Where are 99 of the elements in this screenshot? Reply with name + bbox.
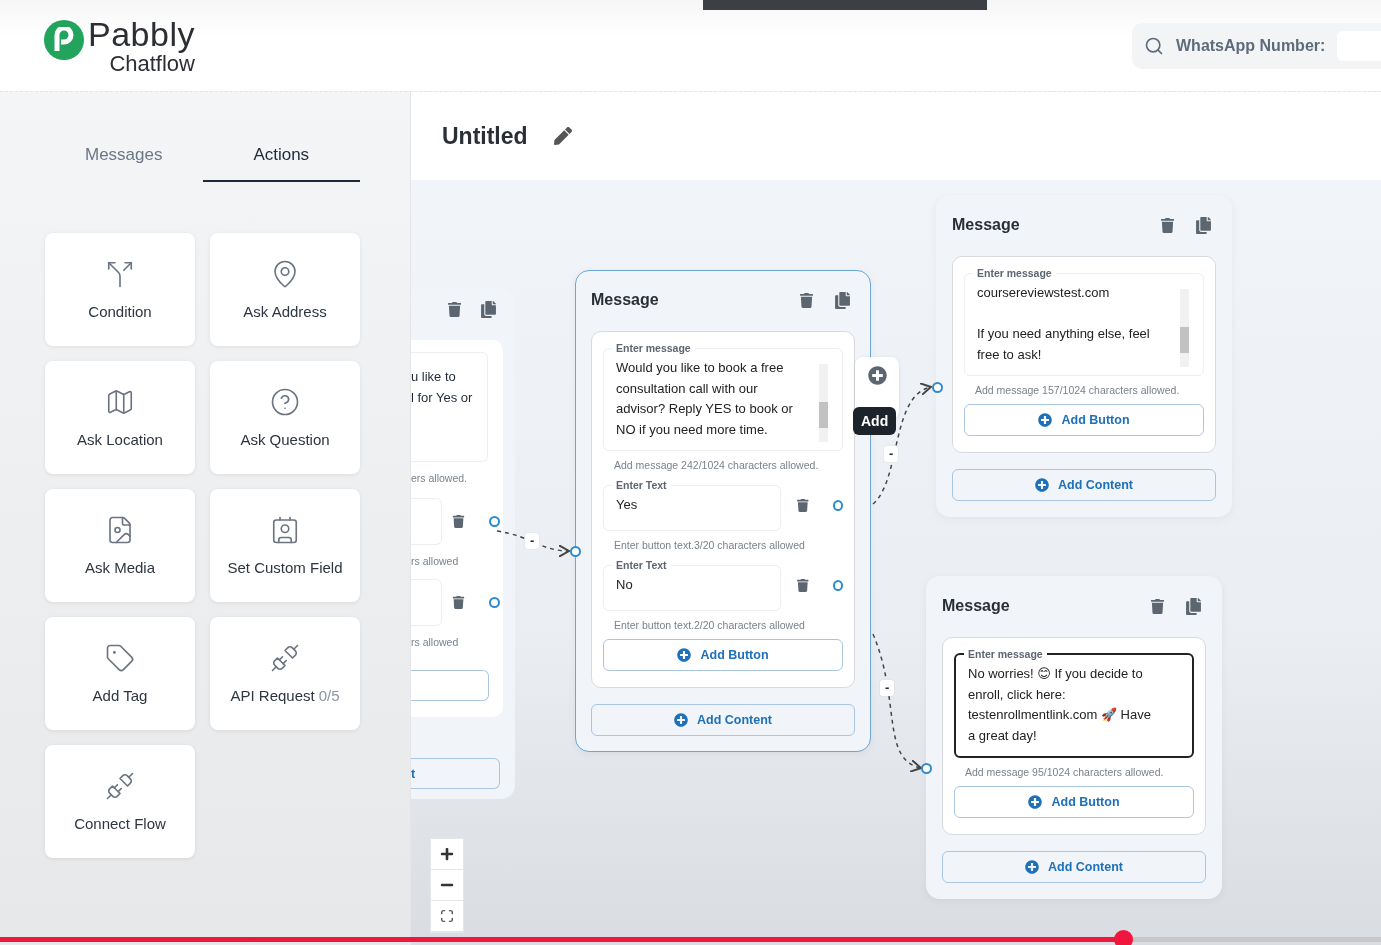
button-text-field[interactable]: Enter Text Yes <box>603 479 782 531</box>
field-label: Enter message <box>615 342 692 354</box>
message-field[interactable]: Enter message coursereviewstest.com If you need anything else, feel free to ask! <box>964 267 1204 376</box>
message-text: No worries! 😊 If you decide to enroll, click here: testenrollmentlink.com 🚀 Have a great day! <box>968 665 1152 745</box>
node-title: Message <box>952 216 1020 234</box>
message-field[interactable]: Enter message Would you like to book a free consultation call with our advisor? Reply YES to book or NO if you need more time. <box>603 342 843 451</box>
tag-icon <box>105 643 135 673</box>
action-card[interactable]: Ask Media <box>45 489 195 602</box>
connector-handle[interactable] <box>832 579 843 591</box>
logo-icon <box>44 19 84 60</box>
action-label: Ask Media <box>85 559 155 576</box>
action-label: Ask Address <box>243 303 327 320</box>
field-value: No <box>616 576 634 592</box>
fullscreen-icon <box>440 909 454 923</box>
action-card[interactable]: Add Tag <box>45 617 195 730</box>
field-label: Enter Text <box>615 559 668 571</box>
character-counter: rs allowed <box>411 635 460 650</box>
action-label: Connect Flow <box>74 815 166 832</box>
logo-text: Pabbly <box>88 15 195 52</box>
trash-icon[interactable] <box>1160 217 1175 233</box>
usage-count: 0/5 <box>318 687 340 704</box>
connector-handle[interactable] <box>921 763 932 774</box>
connector-handle[interactable] <box>932 382 943 393</box>
button-text-field[interactable] <box>411 498 442 545</box>
action-card[interactable]: API Request 0/5 <box>210 617 360 730</box>
message-text: u like to l for Yes or <box>411 352 488 462</box>
trash-icon[interactable] <box>447 302 462 317</box>
action-label: Add Tag <box>92 687 148 704</box>
action-label: Ask Location <box>77 431 163 448</box>
field-value: Yes <box>616 496 639 512</box>
tab[interactable]: Messages <box>45 130 203 182</box>
copy-icon[interactable] <box>1185 597 1202 615</box>
add-content-button[interactable]: Add Content <box>591 704 855 736</box>
search-label: WhatsApp Number: <box>1176 36 1326 55</box>
plug-icon <box>270 643 300 673</box>
connector-handle[interactable] <box>570 546 581 557</box>
video-progress-bar[interactable] <box>0 937 1381 942</box>
trash-icon[interactable] <box>799 292 814 308</box>
message-field[interactable]: Enter message No worries! 😊 If you decide to enroll, click here: testenrollmentlink.com 🚀 Have a great day! <box>954 648 1194 758</box>
trash-icon[interactable] <box>1150 598 1165 614</box>
search-bar[interactable]: WhatsApp Number: <box>1132 22 1381 69</box>
edge-label: - <box>880 680 895 696</box>
scrollbar[interactable] <box>819 364 828 442</box>
add-button[interactable]: Add Button <box>603 639 843 671</box>
plug-icon <box>105 771 135 801</box>
split-arrow-icon <box>105 259 135 289</box>
add-button[interactable]: Add Button <box>964 404 1204 436</box>
connector-handle[interactable] <box>489 516 500 527</box>
field-label: Enter message <box>976 267 1053 279</box>
button-text-field[interactable] <box>411 579 442 626</box>
edge-label: - <box>884 446 899 462</box>
character-counter: Add message 157/1024 characters allowed. <box>974 384 1181 396</box>
flow-title: Untitled <box>442 122 528 150</box>
scrollbar[interactable] <box>1180 289 1189 367</box>
copy-icon[interactable] <box>834 291 851 309</box>
add-content-button[interactable]: t <box>411 758 500 789</box>
copy-icon[interactable] <box>1195 216 1212 234</box>
field-label: Enter message <box>967 648 1044 660</box>
add-content-button[interactable]: Add Content <box>942 851 1206 883</box>
question-icon <box>270 387 300 417</box>
trash-icon[interactable] <box>797 498 809 512</box>
action-label: Set Custom Field <box>227 559 343 576</box>
map-icon <box>105 387 135 417</box>
plus-icon <box>440 847 454 861</box>
add-button[interactable]: Add Button <box>954 786 1194 818</box>
action-card[interactable]: Ask Question <box>210 361 360 474</box>
trash-icon[interactable] <box>452 515 465 528</box>
contact-card-icon <box>270 515 300 545</box>
action-card[interactable]: Condition <box>45 233 195 346</box>
message-text: Would you like to book a free consultation call with our advisor? Reply YES to book or NO if you need more time. <box>616 359 794 439</box>
character-counter: Add message 95/1024 characters allowed. <box>964 766 1165 778</box>
action-card[interactable]: Connect Flow <box>45 745 195 858</box>
trash-icon[interactable] <box>452 596 465 609</box>
add-content-button[interactable]: Add Content <box>952 469 1216 501</box>
action-card[interactable]: Set Custom Field <box>210 489 360 602</box>
character-counter: Add message 242/1024 characters allowed. <box>613 459 820 471</box>
action-card[interactable]: Ask Location <box>45 361 195 474</box>
character-counter: Enter button text.2/20 characters allowed <box>613 619 806 631</box>
action-label: Condition <box>88 303 152 320</box>
action-label: API Request <box>230 687 315 704</box>
message-text: coursereviewstest.com If you need anything else, feel free to ask! <box>977 284 1151 364</box>
search-icon <box>1144 35 1164 56</box>
tab[interactable]: Actions <box>202 130 360 182</box>
edit-icon[interactable] <box>553 127 572 145</box>
node-title: Message <box>591 291 659 309</box>
action-label: Ask Question <box>240 431 330 448</box>
connector-handle[interactable] <box>832 499 843 511</box>
action-card[interactable]: Ask Address <box>210 233 360 346</box>
button-text-field[interactable]: Enter Text No <box>603 559 782 611</box>
character-counter: Enter button text.3/20 characters allowed <box>613 539 806 551</box>
copy-icon[interactable] <box>480 301 497 318</box>
trash-icon[interactable] <box>797 578 809 592</box>
node-title: Message <box>942 597 1010 615</box>
tooltip: Add <box>853 407 897 435</box>
edge-label: - <box>525 533 540 549</box>
connector-handle[interactable] <box>489 597 500 608</box>
character-counter: rs allowed <box>411 554 460 569</box>
field-label: Enter Text <box>615 479 668 491</box>
character-counter: ers allowed. <box>411 471 469 486</box>
